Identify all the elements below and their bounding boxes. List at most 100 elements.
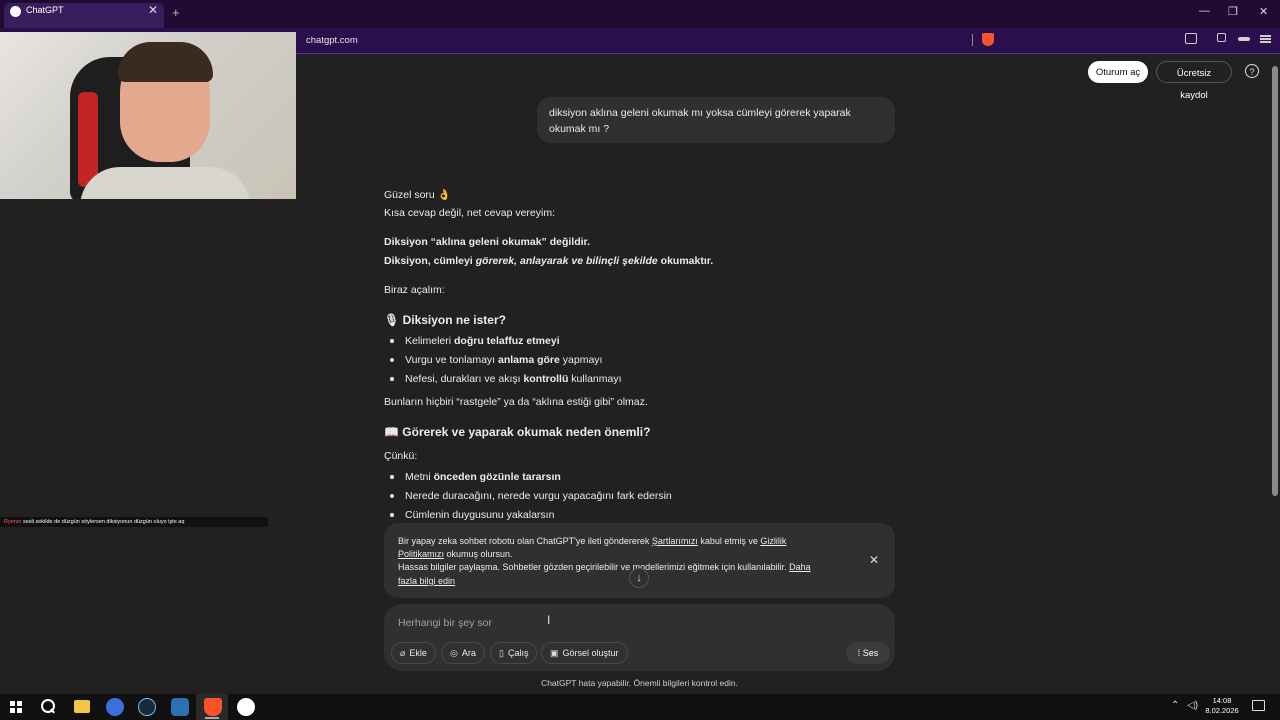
li-pre: Metni [405,471,434,483]
chevron-up-icon[interactable]: ⌃ [1171,700,1179,711]
windows-start-icon[interactable] [10,701,22,713]
steam-icon[interactable] [138,698,156,716]
taskbar-clock[interactable]: 14:08 8.02.2026 [1203,696,1241,716]
wallet-icon[interactable] [1238,37,1250,41]
li-pre: Vurgu ve tonlamayı [405,354,498,366]
tab-title: ChatGPT [26,5,64,15]
li-bold: kontrollü [523,373,569,385]
address-divider [972,34,973,46]
person-shirt [80,167,250,199]
consent-part: kabul etmiş ve [697,536,761,546]
response-summary: Bunların hiçbiri “rastgele” ya da “aklın… [384,396,648,408]
scroll-down-arrow-icon[interactable]: ↓ [629,568,649,588]
image-icon: ▣ [550,648,559,658]
response-because: Çünkü: [384,450,418,462]
bullet-dot [390,475,394,479]
chip-label: Ekle [409,648,427,658]
new-tab-button[interactable]: + [172,5,180,20]
study-button[interactable]: ▯ Çalış [490,642,538,664]
minimize-button[interactable]: — [1199,5,1210,17]
webcam-overlay [0,32,296,199]
bullet-dot [390,377,394,381]
speaker-icon[interactable]: ◁) [1187,700,1198,711]
disclaimer: ChatGPT hata yapabilir. Önemli bilgileri… [541,678,738,688]
browser-tab-bar [0,0,1280,28]
list-item: Kelimeleri doğru telaffuz etmeyi [405,335,560,347]
chrome-icon[interactable] [106,698,124,716]
chip-label: Görsel oluştur [562,648,619,658]
active-app-indicator [205,717,219,719]
list-item: Nefesi, durakları ve akışı kontrollü kul… [405,373,622,385]
help-icon[interactable]: ? [1245,64,1259,78]
brave-shield-icon[interactable] [982,33,994,46]
chip-label: Çalış [507,648,529,658]
chip-label: Ara [461,648,476,658]
globe-icon: ◎ [450,648,458,658]
windows-taskbar [0,694,1280,720]
file-explorer-icon[interactable] [74,700,90,713]
prompt-input[interactable]: Herhangi bir şey sor [398,617,492,629]
bullet-dot [390,513,394,517]
list-item: Cümlenin duygusunu yakalarsın [405,509,555,521]
person-hair [118,42,213,82]
restore-button[interactable]: ❐ [1228,5,1238,18]
tab-close-icon[interactable]: ✕ [148,3,158,17]
chat-text: : sesli sekilde de düzgün söylersen diks… [19,519,185,525]
clock-date: 8.02.2026 [1205,706,1239,715]
bullet-dot [390,494,394,498]
book-icon: 📖 [384,425,399,439]
list-item: Nerede duracağını, nerede vurgu yapacağı… [405,490,672,502]
consent-part: okumuş olursun. [444,549,513,560]
terms-link[interactable]: Şartlarımızı [652,536,698,546]
li-bold: doğru telaffuz etmeyi [454,335,560,347]
li-post: kullanmayı [568,373,622,385]
notification-icon[interactable] [1252,700,1265,711]
line2-c: okumaktır. [657,255,714,267]
line2-a: Diksiyon, cümleyi [384,255,476,267]
li-post: yapmayı [559,354,603,366]
response-intro-2: Kısa cevap değil, net cevap vereyim: [384,207,556,219]
consent-text: Bir yapay zeka sohbet robotu olan ChatGP… [398,535,828,588]
chair-stripe [78,92,98,187]
list-item: Vurgu ve tonlamayı anlama göre yapmayı [405,354,602,366]
chat-nick: Ryeno [4,519,20,525]
attach-button[interactable]: ⌀ Ekle [391,642,436,664]
close-window-button[interactable]: ✕ [1259,5,1268,18]
brave-browser-icon[interactable] [204,698,222,716]
heading-reading-text: Görerek ve yaparak okumak neden önemli? [402,425,651,439]
microphone-icon: 🎙 [384,313,400,327]
menu-icon[interactable] [1260,35,1271,37]
paperclip-icon: ⌀ [400,648,406,658]
bullet-dot [390,358,394,362]
search-button[interactable]: ◎ Ara [441,642,485,664]
user-message-bubble: diksiyon aklına geleni okumak mı yoksa c… [537,97,895,143]
voice-label: Ses [862,648,879,658]
consent-part: Hassas bilgiler paylaşma. Sohbetler gözd… [398,562,790,573]
scrollbar-thumb[interactable] [1272,66,1278,496]
response-explain: Biraz açalım: [384,284,445,296]
app-icon[interactable] [171,698,189,716]
chatgpt-favicon-icon [10,6,21,17]
sidebar-icon[interactable] [1217,33,1226,42]
clock-time: 14:08 [1212,696,1232,705]
consent-part: Bir yapay zeka sohbet robotu olan ChatGP… [398,536,652,546]
signup-button[interactable]: Ücretsiz kaydol [1156,61,1232,101]
url-text[interactable]: chatgpt.com [306,35,358,46]
response-line-2: Diksiyon, cümleyi görerek, anlayarak ve … [384,255,713,267]
chatgpt-app-icon[interactable] [237,698,255,716]
login-button[interactable]: Oturum aç [1088,61,1148,83]
li-pre: Nefesi, durakları ve akışı [405,373,524,385]
book-open-icon: ▯ [499,648,504,658]
li-bold: anlama göre [498,354,560,366]
response-intro-1: Güzel soru 👌 [384,189,451,201]
heading-diction: 🎙 Diksiyon ne ister? [384,313,506,327]
li-bold: önceden gözünle tararsın [433,471,561,483]
create-image-button[interactable]: ▣ Görsel oluştur [541,642,628,664]
reader-mode-icon[interactable] [1185,33,1197,44]
li-pre: Kelimeleri [405,335,455,347]
line2-b: görerek, anlayarak ve bilinçli şekilde [475,255,658,267]
bullet-dot [390,339,394,343]
response-bold-1: Diksiyon “aklına geleni okumak” değildir… [384,236,590,248]
voice-button[interactable]: ⁞ Ses [846,642,890,664]
close-icon[interactable]: ✕ [869,553,879,567]
